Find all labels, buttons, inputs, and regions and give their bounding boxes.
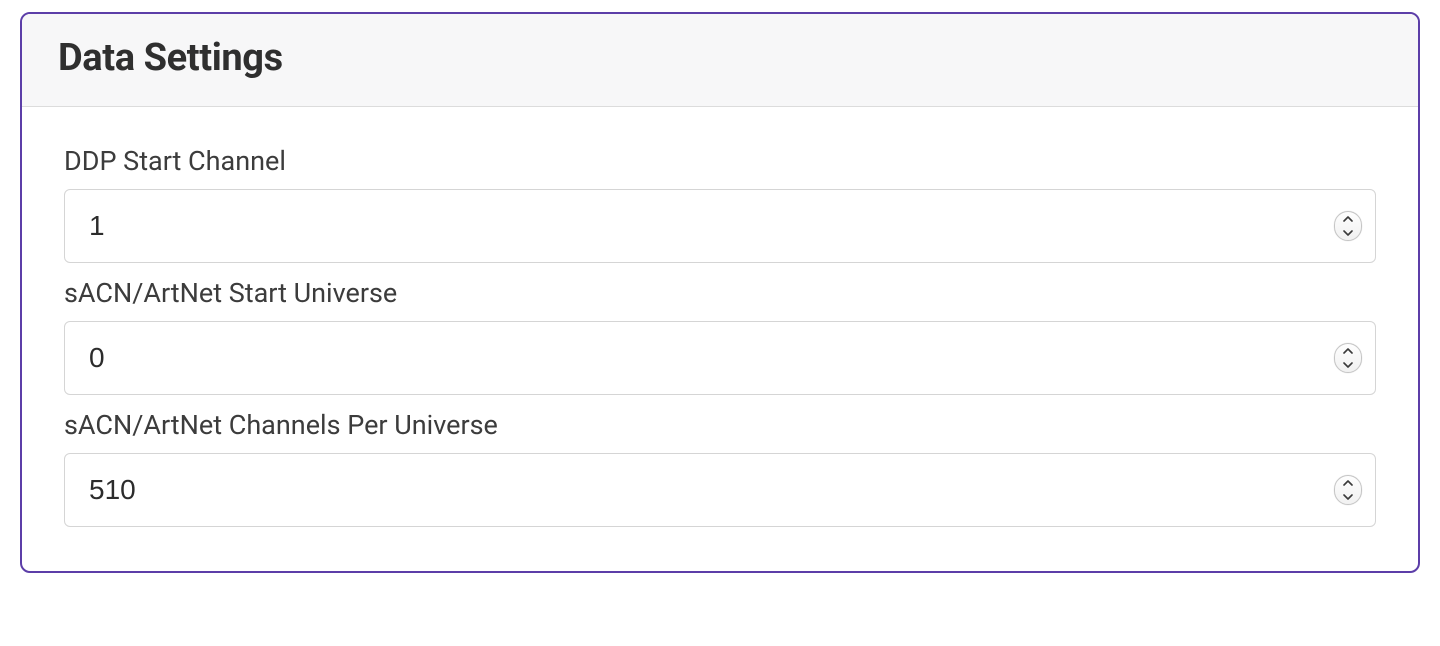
field-ddp-start-channel: DDP Start Channel	[64, 145, 1376, 263]
sacn-artnet-start-universe-input-wrap	[64, 321, 1376, 395]
card-body: DDP Start Channel	[22, 107, 1418, 571]
data-settings-card: Data Settings DDP Start Channel	[20, 12, 1420, 573]
sacn-artnet-start-universe-label: sACN/ArtNet Start Universe	[64, 277, 1376, 309]
sacn-artnet-channels-per-universe-input[interactable]	[64, 453, 1376, 527]
ddp-start-channel-stepper[interactable]	[1334, 211, 1362, 241]
card-header: Data Settings	[22, 14, 1418, 107]
sacn-artnet-start-universe-step-up[interactable]	[1335, 344, 1361, 358]
chevron-up-icon	[1343, 216, 1353, 222]
sacn-artnet-channels-per-universe-step-down[interactable]	[1335, 490, 1361, 504]
sacn-artnet-channels-per-universe-stepper[interactable]	[1334, 475, 1362, 505]
chevron-down-icon	[1343, 494, 1353, 500]
ddp-start-channel-step-down[interactable]	[1335, 226, 1361, 240]
field-sacn-artnet-channels-per-universe: sACN/ArtNet Channels Per Universe	[64, 409, 1376, 527]
sacn-artnet-start-universe-step-down[interactable]	[1335, 358, 1361, 372]
field-sacn-artnet-start-universe: sACN/ArtNet Start Universe	[64, 277, 1376, 395]
chevron-down-icon	[1343, 362, 1353, 368]
ddp-start-channel-step-up[interactable]	[1335, 212, 1361, 226]
ddp-start-channel-input-wrap	[64, 189, 1376, 263]
sacn-artnet-start-universe-stepper[interactable]	[1334, 343, 1362, 373]
chevron-down-icon	[1343, 230, 1353, 236]
sacn-artnet-channels-per-universe-input-wrap	[64, 453, 1376, 527]
sacn-artnet-channels-per-universe-step-up[interactable]	[1335, 476, 1361, 490]
ddp-start-channel-label: DDP Start Channel	[64, 145, 1376, 177]
panel-title: Data Settings	[58, 36, 1382, 80]
chevron-up-icon	[1343, 480, 1353, 486]
ddp-start-channel-input[interactable]	[64, 189, 1376, 263]
sacn-artnet-channels-per-universe-label: sACN/ArtNet Channels Per Universe	[64, 409, 1376, 441]
sacn-artnet-start-universe-input[interactable]	[64, 321, 1376, 395]
chevron-up-icon	[1343, 348, 1353, 354]
